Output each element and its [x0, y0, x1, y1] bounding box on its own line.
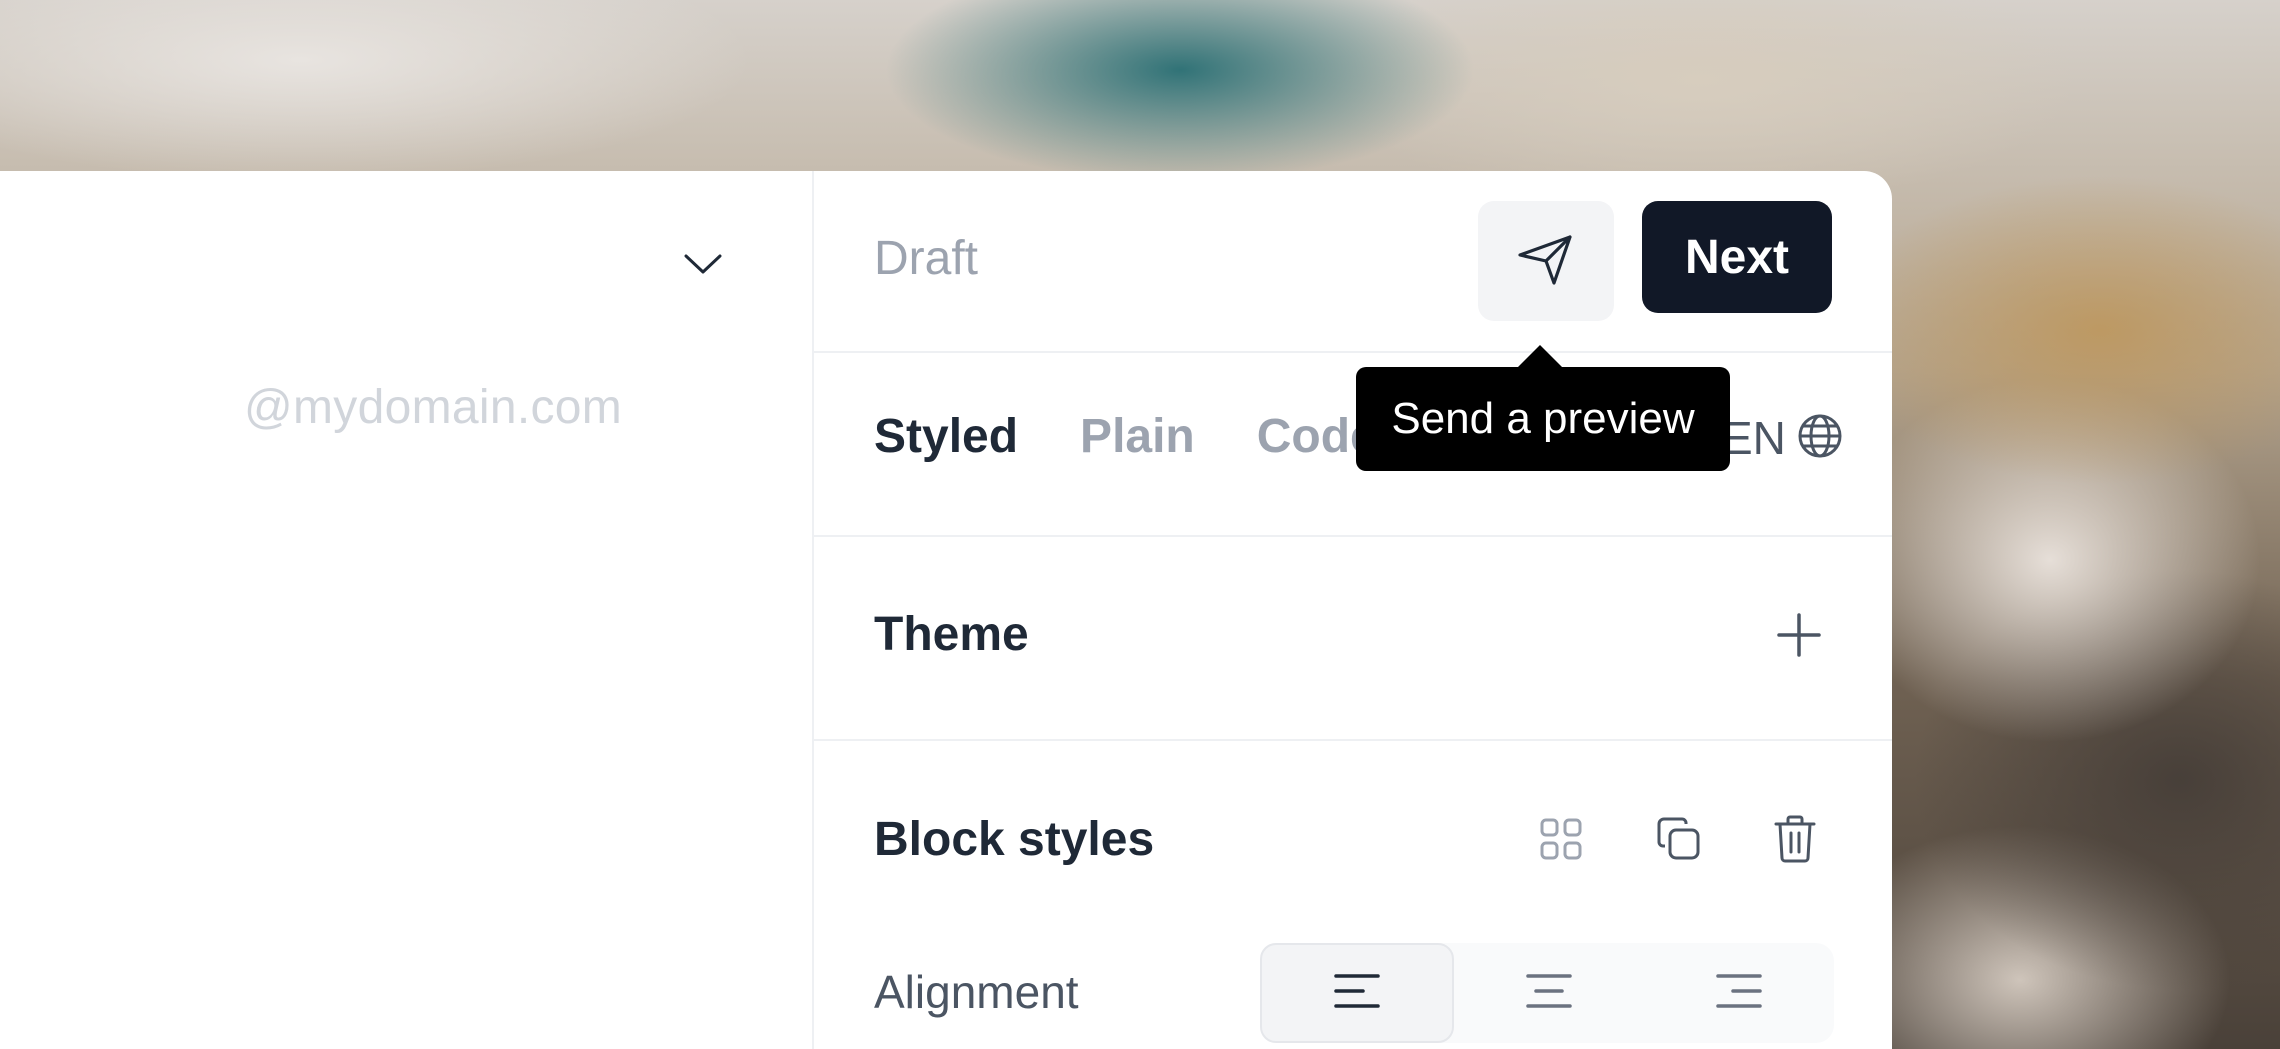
- align-right-icon: [1715, 972, 1763, 1015]
- align-center-button[interactable]: [1454, 943, 1644, 1043]
- align-right-button[interactable]: [1644, 943, 1834, 1043]
- tab-plain[interactable]: Plain: [1080, 409, 1195, 464]
- alignment-label: Alignment: [874, 966, 1079, 1018]
- theme-title: Theme: [874, 608, 1029, 661]
- language-selector[interactable]: EN: [1722, 411, 1844, 465]
- trash-icon[interactable]: [1760, 804, 1830, 874]
- paper-plane-icon: [1516, 231, 1576, 292]
- next-button[interactable]: Next: [1642, 201, 1832, 313]
- duplicate-icon[interactable]: [1644, 804, 1714, 874]
- align-left-button[interactable]: [1260, 943, 1454, 1043]
- language-code: EN: [1722, 412, 1786, 464]
- alignment-control: [1260, 943, 1834, 1043]
- plus-icon[interactable]: [1764, 600, 1834, 670]
- divider: [814, 739, 1892, 741]
- status-draft: Draft: [874, 232, 979, 285]
- domain-suffix: @mydomain.com: [244, 381, 623, 434]
- format-tabs: Styled Plain Code: [874, 409, 1377, 464]
- send-preview-tooltip: Send a preview: [1356, 345, 1730, 471]
- divider: [814, 535, 1892, 537]
- globe-icon: [1796, 412, 1844, 465]
- editor-sidebar: Draft Next Styled Plain Code EN Theme Bl…: [812, 171, 1892, 1049]
- grid-icon[interactable]: [1526, 804, 1596, 874]
- align-left-icon: [1333, 972, 1381, 1015]
- send-preview-button[interactable]: [1478, 201, 1614, 321]
- align-center-icon: [1525, 972, 1573, 1015]
- left-panel: [0, 171, 812, 1049]
- block-styles-title: Block styles: [874, 813, 1155, 866]
- chevron-down-icon[interactable]: [678, 246, 728, 282]
- divider: [814, 351, 1892, 353]
- tab-styled[interactable]: Styled: [874, 409, 1018, 464]
